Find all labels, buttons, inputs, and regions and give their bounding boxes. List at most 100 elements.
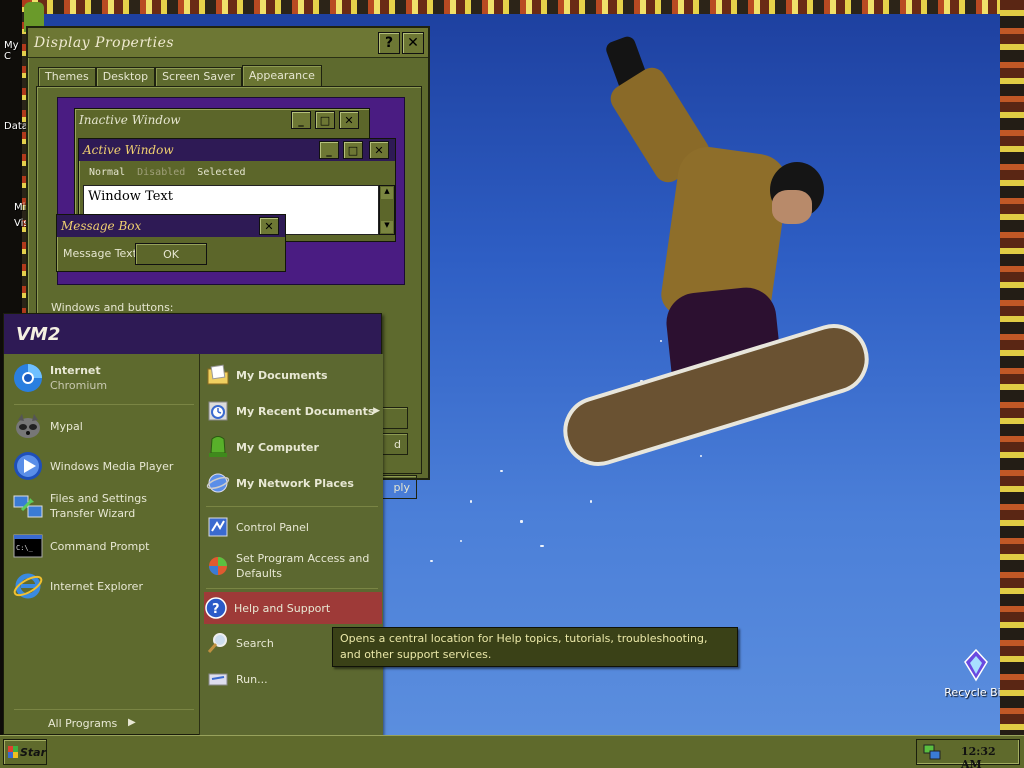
close-icon: ✕ <box>259 217 279 235</box>
message-box-title: Message Box <box>57 215 285 237</box>
set-program-access[interactable]: Set Program Access and Defaults <box>206 548 382 584</box>
network-places-icon <box>206 471 230 495</box>
clock[interactable]: 12:32 AM <box>961 745 1019 768</box>
window-text: Window Text <box>88 189 173 204</box>
pinned-title: Internet <box>50 364 101 377</box>
snowboarder-illustration <box>550 30 880 475</box>
message-box-preview: Message Box ✕ Message Text OK <box>56 214 286 272</box>
close-button[interactable]: ✕ <box>402 32 424 54</box>
ok-button-preview: OK <box>135 243 207 265</box>
taskbar: Star 12:32 AM <box>0 735 1024 768</box>
wallpaper-border-right <box>1000 0 1024 735</box>
menu-normal: Normal <box>89 167 126 178</box>
separator <box>14 404 194 405</box>
help-label: Help and Support <box>234 601 331 615</box>
snow-particle <box>470 500 472 503</box>
internet-explorer-icon <box>12 570 44 602</box>
face <box>772 190 812 224</box>
tab-desktop[interactable]: Desktop <box>95 67 156 87</box>
my-network-places[interactable]: My Network Places <box>206 468 382 498</box>
preview-scrollbar: ▲ ▼ <box>379 185 395 235</box>
chromium-icon <box>12 362 44 394</box>
start-menu-programs: Internet Chromium Mypal Windows Media Pla… <box>4 354 198 736</box>
recycle-bin-label: Recycle Bin <box>944 686 1008 699</box>
recycle-bin-icon <box>961 648 991 682</box>
place-label: My Documents <box>236 368 328 382</box>
maximize-icon: □ <box>315 111 335 129</box>
recent-command-prompt[interactable]: C:\_ Command Prompt <box>12 530 196 562</box>
separator <box>206 588 378 589</box>
my-recent-documents[interactable]: My Recent Documents ▶ <box>206 396 382 426</box>
recent-item-label: Internet Explorer <box>50 579 143 593</box>
run-label: Run... <box>236 672 268 686</box>
tab-appearance[interactable]: Appearance <box>241 65 322 87</box>
user-name: VM2 <box>16 323 61 345</box>
start-menu-places: My Documents My Recent Documents ▶ My Co… <box>199 354 383 736</box>
active-window-title-text: Active Window <box>83 143 174 157</box>
message-box-title-text: Message Box <box>61 219 142 233</box>
command-prompt-icon: C:\_ <box>12 530 44 562</box>
search-icon <box>206 631 230 655</box>
help-and-support[interactable]: ? Help and Support <box>204 592 382 624</box>
minimize-icon: _ <box>291 111 311 129</box>
menu-selected: Selected <box>197 167 246 178</box>
start-menu[interactable]: VM2 Internet Chromium Mypal Windows Media… <box>3 313 383 736</box>
control-panel[interactable]: Control Panel <box>206 512 382 542</box>
snow-particle <box>460 540 462 542</box>
snow-particle <box>520 520 523 523</box>
my-documents[interactable]: My Documents <box>206 360 382 390</box>
minimize-icon: _ <box>319 141 339 159</box>
message-text: Message Text <box>63 247 137 260</box>
chevron-right-icon: ▶ <box>128 717 136 728</box>
svg-text:?: ? <box>212 602 220 617</box>
system-label: Set Program Access and Defaults <box>236 552 370 580</box>
place-label: My Recent Documents <box>236 404 375 418</box>
close-icon: ✕ <box>369 141 389 159</box>
recent-internet-explorer[interactable]: Internet Explorer <box>12 570 196 602</box>
snow-particle <box>590 500 592 503</box>
scroll-up-icon: ▲ <box>381 187 393 199</box>
desktop-icon-label: My C <box>4 40 19 62</box>
mypal-raccoon-icon <box>12 410 44 442</box>
svg-text:C:\_: C:\_ <box>16 544 34 552</box>
recent-documents-icon <box>206 399 230 423</box>
apply-button[interactable]: ply <box>379 475 417 499</box>
maximize-icon: □ <box>343 141 363 159</box>
transfer-wizard-icon <box>12 490 44 522</box>
tab-screen-saver[interactable]: Screen Saver <box>155 67 242 87</box>
place-label: My Network Places <box>236 476 354 490</box>
chevron-right-icon: ▶ <box>373 406 380 416</box>
desktop-icon-label: Mi <box>14 202 26 213</box>
recent-windows-media-player[interactable]: Windows Media Player <box>12 450 196 482</box>
recent-mypal[interactable]: Mypal <box>12 410 196 442</box>
scroll-down-icon: ▼ <box>381 221 393 233</box>
pinned-internet-chromium[interactable]: Internet Chromium <box>12 362 196 394</box>
appearance-preview: Inactive Window _ □ ✕ Active Window _ □ … <box>56 97 405 285</box>
start-button[interactable]: Star <box>3 739 47 765</box>
tab-strip: Themes Desktop Screen Saver Appearance <box>38 65 322 87</box>
tab-themes[interactable]: Themes <box>38 67 96 87</box>
separator <box>206 506 378 507</box>
program-access-icon <box>206 554 230 578</box>
my-computer-icon <box>206 435 230 459</box>
recent-item-label: Windows Media Player <box>50 459 174 473</box>
wallpaper-border-top <box>0 0 1024 14</box>
run-icon <box>206 667 230 691</box>
snow-particle <box>430 560 433 562</box>
place-label: My Computer <box>236 440 319 454</box>
window-title: Display Properties <box>34 34 175 51</box>
menu-disabled: Disabled <box>137 167 186 178</box>
snow-particle <box>540 545 544 547</box>
network-tray-icon[interactable] <box>923 743 941 761</box>
recent-item-label: Mypal <box>50 419 83 433</box>
run[interactable]: Run... <box>206 664 382 694</box>
close-icon: ✕ <box>339 111 359 129</box>
title-bar[interactable]: Display Properties <box>28 28 428 58</box>
my-computer[interactable]: My Computer <box>206 432 382 462</box>
recent-transfer-wizard[interactable]: Files and Settings Transfer Wizard <box>12 490 196 522</box>
help-button[interactable]: ? <box>378 32 400 54</box>
all-programs-button[interactable]: All Programs <box>48 717 117 730</box>
help-icon: ? <box>204 596 228 620</box>
system-tray: 12:32 AM <box>916 739 1020 768</box>
separator <box>14 709 194 710</box>
